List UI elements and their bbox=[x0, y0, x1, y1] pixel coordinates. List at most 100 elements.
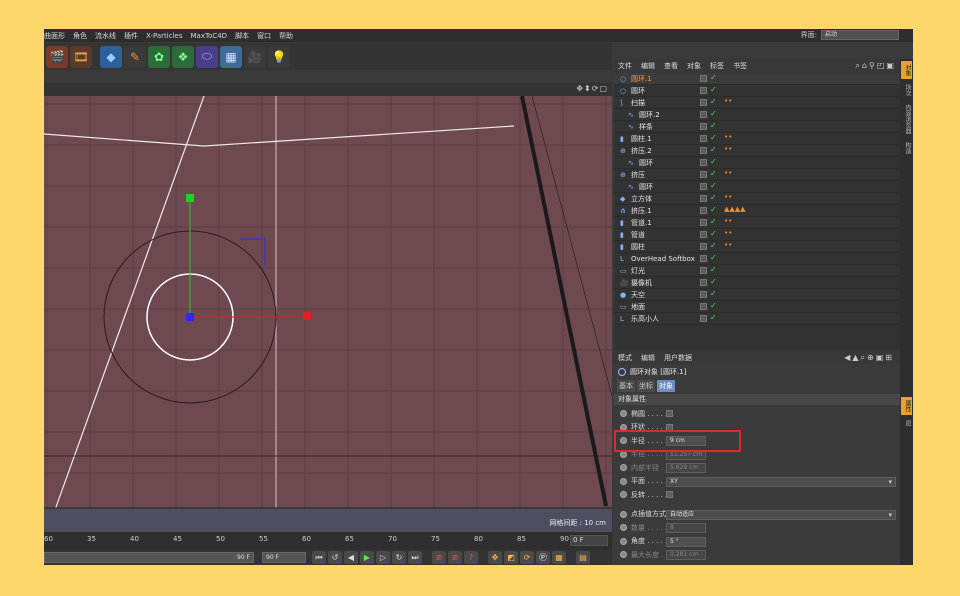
animate-radio-icon[interactable] bbox=[620, 510, 627, 518]
attr-menu-item[interactable]: 模式 bbox=[618, 353, 632, 363]
pen-icon[interactable]: ✎ bbox=[124, 45, 146, 68]
property-dropdown[interactable]: XY bbox=[666, 476, 896, 487]
om-menu-item[interactable]: 书签 bbox=[733, 61, 747, 71]
visibility-toggle[interactable] bbox=[700, 267, 707, 274]
grid-key-icon[interactable]: ▦ bbox=[552, 551, 566, 564]
animate-radio-icon[interactable] bbox=[620, 551, 627, 559]
side-tab-attributes[interactable]: 属性 bbox=[901, 397, 912, 415]
object-row[interactable]: ∿ 圆环 ✓ bbox=[614, 181, 900, 193]
object-tags[interactable]: •• bbox=[724, 193, 732, 201]
visibility-toggle[interactable] bbox=[700, 279, 707, 286]
visibility-toggle[interactable] bbox=[700, 243, 707, 250]
visibility-toggle[interactable] bbox=[700, 303, 707, 310]
enable-check-icon[interactable]: ✓ bbox=[710, 169, 717, 178]
menu-item[interactable]: MaxToC4D bbox=[190, 32, 227, 40]
tab-basic[interactable]: 基本 bbox=[617, 379, 635, 392]
array-icon[interactable]: ❖ bbox=[172, 45, 194, 68]
object-tags[interactable]: •• bbox=[724, 97, 732, 105]
scale-key-icon[interactable]: ◩ bbox=[504, 551, 518, 564]
cube-icon[interactable]: ◆ bbox=[100, 45, 122, 68]
enable-check-icon[interactable]: ✓ bbox=[710, 217, 717, 226]
auto-key-icon[interactable]: ⊘ bbox=[448, 551, 462, 564]
viewport-nav-icons[interactable]: ✥⬍⟳▢ bbox=[576, 84, 608, 93]
enable-check-icon[interactable]: ✓ bbox=[710, 121, 717, 130]
visibility-toggle[interactable] bbox=[700, 99, 707, 106]
viewport[interactable]: 网格间距 : 10 cm bbox=[44, 96, 612, 532]
object-row[interactable]: ⊕ 挤压 ✓ •• bbox=[614, 169, 900, 181]
timeline-frame-field[interactable]: 0 F bbox=[570, 535, 608, 546]
visibility-toggle[interactable] bbox=[700, 315, 707, 322]
property-dropdown[interactable]: 自动适应 bbox=[666, 509, 896, 520]
enable-check-icon[interactable]: ✓ bbox=[710, 241, 717, 250]
prev-key-icon[interactable]: ↺ bbox=[328, 551, 342, 564]
property-checkbox[interactable] bbox=[666, 491, 673, 498]
object-row[interactable]: ○ 圆环.1 ✓ bbox=[614, 73, 900, 85]
animate-radio-icon[interactable] bbox=[620, 491, 627, 499]
visibility-toggle[interactable] bbox=[700, 183, 707, 190]
camera-icon[interactable]: 🎥 bbox=[244, 45, 266, 68]
layout-dropdown[interactable]: 启动 bbox=[821, 30, 899, 40]
om-tool-icons[interactable]: ⌕⌂⚲◰▣ bbox=[855, 61, 896, 71]
object-tags[interactable]: •• bbox=[724, 229, 732, 237]
attr-menu-item[interactable]: 用户数据 bbox=[664, 353, 692, 363]
object-row[interactable]: L OverHead Softbox ✓ bbox=[614, 253, 900, 265]
enable-check-icon[interactable]: ✓ bbox=[710, 289, 717, 298]
menu-item[interactable]: 角色 bbox=[73, 31, 87, 41]
object-row[interactable]: ▭ 地面 ✓ bbox=[614, 301, 900, 313]
enable-check-icon[interactable]: ✓ bbox=[710, 253, 717, 262]
property-checkbox[interactable] bbox=[666, 410, 673, 417]
visibility-toggle[interactable] bbox=[700, 123, 707, 130]
enable-check-icon[interactable]: ✓ bbox=[710, 205, 717, 214]
visibility-toggle[interactable] bbox=[700, 219, 707, 226]
object-row[interactable]: ▮ 管道.1 ✓ •• bbox=[614, 217, 900, 229]
light-icon[interactable]: 💡 bbox=[268, 45, 290, 68]
attr-nav-icons[interactable]: ◀▲⌕⊕▣⊞ bbox=[844, 353, 894, 363]
enable-check-icon[interactable]: ✓ bbox=[710, 181, 717, 190]
side-tab-content-browser[interactable]: 内容浏览器 bbox=[901, 101, 912, 137]
tab-object[interactable]: 对象 bbox=[657, 379, 675, 392]
rotate-key-icon[interactable]: ⟳ bbox=[520, 551, 534, 564]
visibility-toggle[interactable] bbox=[700, 147, 707, 154]
next-key-icon[interactable]: ↻ bbox=[392, 551, 406, 564]
object-row[interactable]: ⟆ 扫描 ✓ •• bbox=[614, 97, 900, 109]
om-menu-item[interactable]: 编辑 bbox=[641, 61, 655, 71]
menu-item[interactable]: 脚本 bbox=[235, 31, 249, 41]
visibility-toggle[interactable] bbox=[700, 87, 707, 94]
enable-check-icon[interactable]: ✓ bbox=[710, 313, 717, 322]
object-tags[interactable]: •• bbox=[724, 241, 732, 249]
side-tab-objects[interactable]: 对象 bbox=[901, 61, 912, 79]
enable-check-icon[interactable]: ✓ bbox=[710, 73, 717, 82]
object-row[interactable]: 🎥 摄像机 ✓ bbox=[614, 277, 900, 289]
prev-frame-icon[interactable]: ◀ bbox=[344, 551, 358, 564]
object-row[interactable]: ⋔ 挤压.1 ✓ ▲▲▲▲ bbox=[614, 205, 900, 217]
menu-item[interactable]: 帮助 bbox=[279, 31, 293, 41]
end-frame-field[interactable]: 90 F bbox=[44, 552, 254, 563]
om-menu-item[interactable]: 查看 bbox=[664, 61, 678, 71]
enable-check-icon[interactable]: ✓ bbox=[710, 133, 717, 142]
object-row[interactable]: ▭ 灯光 ✓ bbox=[614, 265, 900, 277]
go-start-icon[interactable]: ⏮ bbox=[312, 551, 326, 564]
om-menu-item[interactable]: 对象 bbox=[687, 61, 701, 71]
go-end-icon[interactable]: ⏭ bbox=[408, 551, 422, 564]
visibility-toggle[interactable] bbox=[700, 195, 707, 202]
enable-check-icon[interactable]: ✓ bbox=[710, 229, 717, 238]
enable-check-icon[interactable]: ✓ bbox=[710, 265, 717, 274]
film-icon[interactable]: ▤ bbox=[576, 551, 590, 564]
enable-check-icon[interactable]: ✓ bbox=[710, 85, 717, 94]
render-settings-icon[interactable]: 🎞 bbox=[70, 45, 92, 68]
menu-item[interactable]: 插件 bbox=[124, 31, 138, 41]
object-row[interactable]: ▮ 圆柱.1 ✓ •• bbox=[614, 133, 900, 145]
timeline[interactable]: 0 F 60 35 40 45 50 55 60 65 70 75 80 85 90 bbox=[44, 532, 612, 550]
tab-coord[interactable]: 坐标 bbox=[637, 379, 655, 392]
object-tags[interactable]: •• bbox=[724, 133, 732, 141]
visibility-toggle[interactable] bbox=[700, 159, 707, 166]
record-icon[interactable]: ⊘ bbox=[432, 551, 446, 564]
object-row[interactable]: ∿ 圆环.2 ✓ bbox=[614, 109, 900, 121]
visibility-toggle[interactable] bbox=[700, 231, 707, 238]
menu-item[interactable]: X-Particles bbox=[146, 32, 182, 40]
property-field[interactable]: 5 ° bbox=[666, 536, 706, 547]
enable-check-icon[interactable]: ✓ bbox=[710, 97, 717, 106]
object-row[interactable]: ● 天空 ✓ bbox=[614, 289, 900, 301]
animate-radio-icon[interactable] bbox=[620, 524, 627, 532]
enable-check-icon[interactable]: ✓ bbox=[710, 109, 717, 118]
